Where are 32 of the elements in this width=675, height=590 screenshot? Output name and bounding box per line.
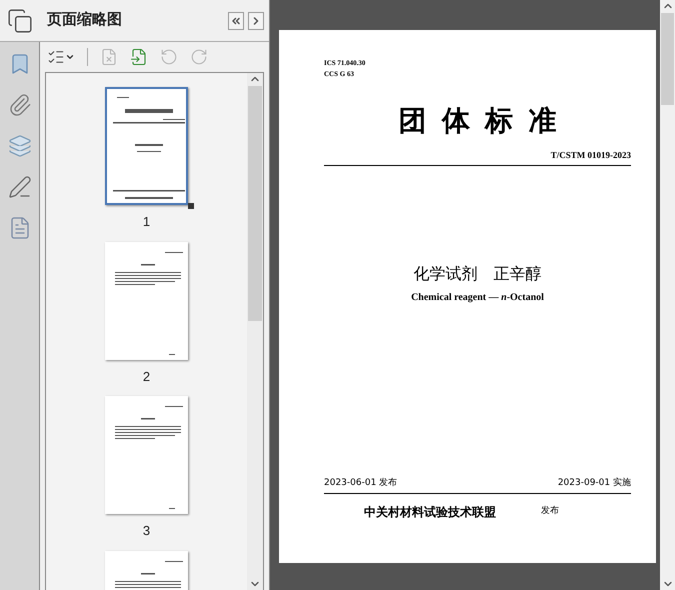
scrollbar[interactable] xyxy=(247,73,263,590)
scroll-thumb[interactable] xyxy=(248,86,262,321)
page-number: 3 xyxy=(142,522,150,540)
english-title: Chemical reagent — n-Octanol xyxy=(411,291,544,305)
standard-code: T/CSTM 01019-2023 xyxy=(550,149,631,162)
standard-heading: 团体标准 xyxy=(397,105,572,137)
effective-date: 2023-09-01 实施 xyxy=(558,477,631,490)
toolbar-button[interactable] xyxy=(130,48,148,66)
options-button[interactable] xyxy=(47,48,75,66)
options-icon xyxy=(47,48,65,66)
scrollbar[interactable] xyxy=(660,0,675,590)
page-number: 2 xyxy=(142,368,150,386)
document-title: 化学试剂 正辛醇 xyxy=(414,264,542,284)
publish-date: 2023-06-01 发布 xyxy=(324,477,398,490)
page-number: 1 xyxy=(142,213,150,231)
resize-handle[interactable] xyxy=(188,203,194,209)
page-insert-icon xyxy=(130,48,148,66)
scroll-thumb[interactable] xyxy=(661,13,674,105)
page-delete-icon xyxy=(100,48,118,66)
signature-icon[interactable] xyxy=(8,175,32,199)
pages-icon[interactable] xyxy=(7,8,33,34)
page-thumbnail[interactable] xyxy=(105,87,188,205)
expand-button[interactable] xyxy=(248,12,264,30)
caret-icon xyxy=(65,52,75,62)
paperclip-icon[interactable] xyxy=(8,93,32,117)
panel-title: 页面缩略图 xyxy=(47,10,123,30)
layers-icon[interactable] xyxy=(8,134,32,158)
publisher-name: 中关村材料试验技术联盟 xyxy=(364,504,496,521)
collapse-button[interactable] xyxy=(228,12,244,30)
rotate-left-icon xyxy=(160,48,178,66)
publish-label: 发布 xyxy=(541,505,559,518)
rotate-right-icon xyxy=(190,48,208,66)
